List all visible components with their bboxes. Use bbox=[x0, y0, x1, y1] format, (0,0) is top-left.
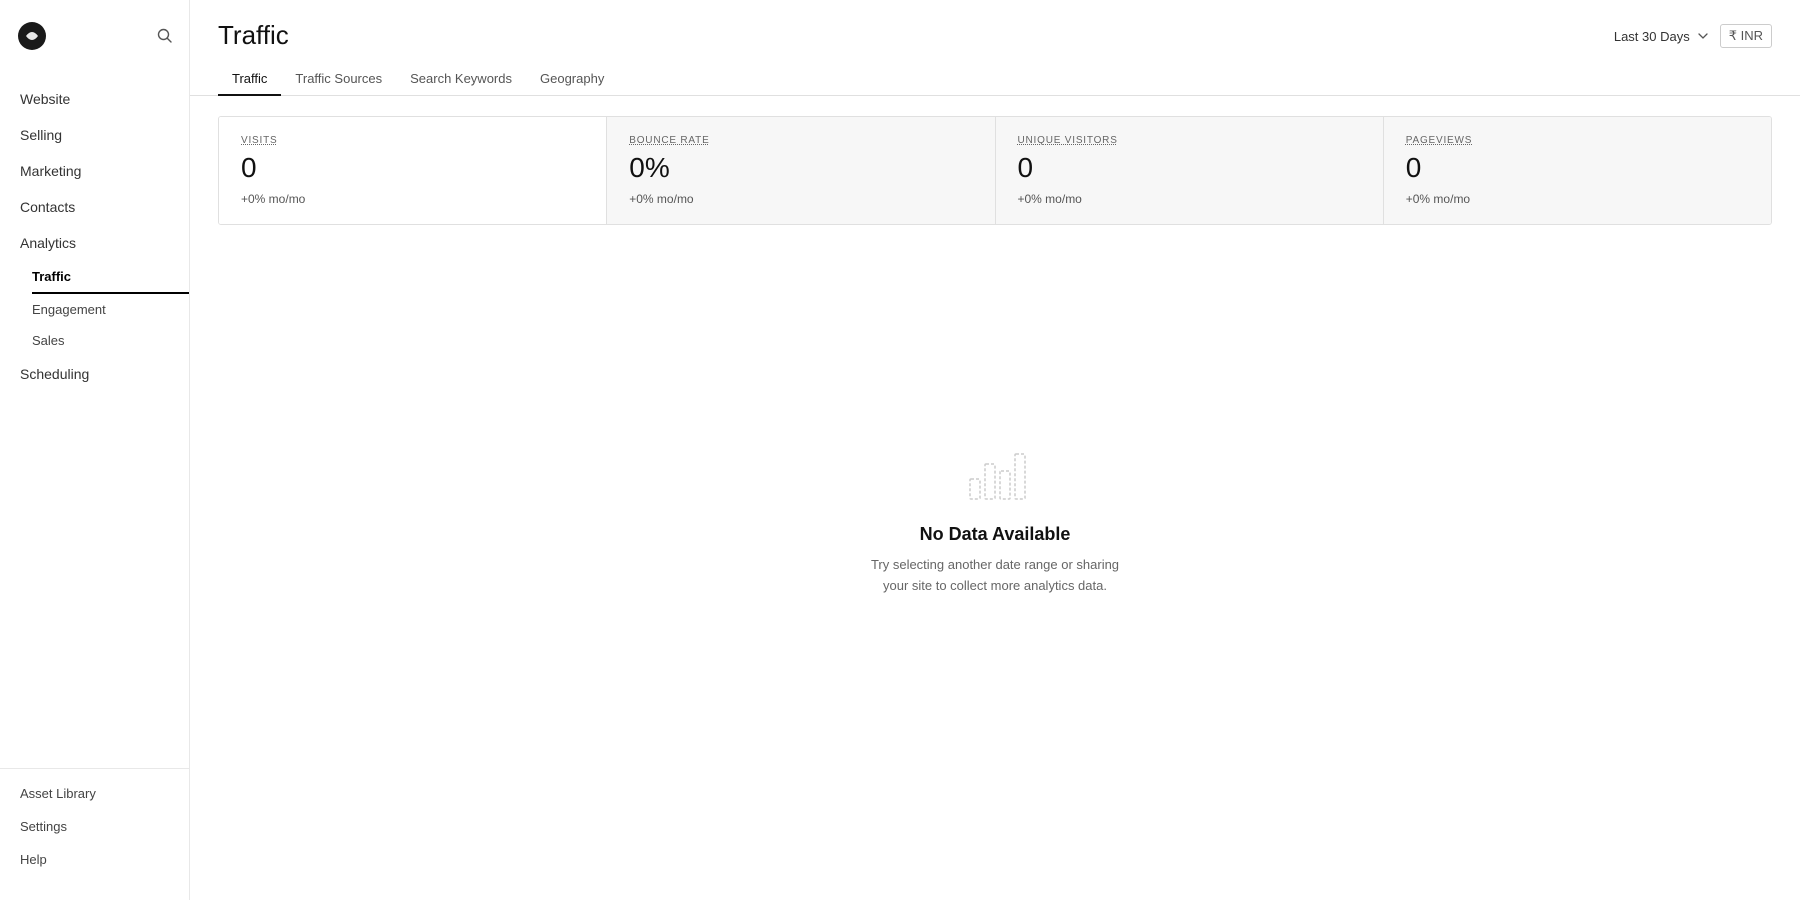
stat-change-pageviews: +0% mo/mo bbox=[1406, 192, 1749, 206]
sidebar-bottom: Asset Library Settings Help bbox=[0, 768, 189, 884]
sidebar-item-marketing[interactable]: Marketing bbox=[0, 153, 189, 189]
sidebar-item-contacts[interactable]: Contacts bbox=[0, 189, 189, 225]
stat-card-unique-visitors: UNIQUE VISITORS 0 +0% mo/mo bbox=[996, 117, 1384, 224]
stat-value-pageviews: 0 bbox=[1406, 152, 1749, 184]
sidebar: Website Selling Marketing Contacts Analy… bbox=[0, 0, 190, 900]
stat-change-unique-visitors: +0% mo/mo bbox=[1018, 192, 1361, 206]
sidebar-sub-item-engagement[interactable]: Engagement bbox=[0, 294, 189, 325]
page-header: Traffic Last 30 Days ₹ INR bbox=[190, 0, 1800, 51]
stat-change-visits: +0% mo/mo bbox=[241, 192, 584, 206]
sidebar-item-analytics[interactable]: Analytics bbox=[0, 225, 189, 261]
stat-value-unique-visitors: 0 bbox=[1018, 152, 1361, 184]
main-content: Traffic Last 30 Days ₹ INR Traffic Traff… bbox=[190, 0, 1800, 900]
stat-value-bounce-rate: 0% bbox=[629, 152, 972, 184]
tab-bar: Traffic Traffic Sources Search Keywords … bbox=[190, 51, 1800, 96]
empty-chart-icon bbox=[960, 449, 1030, 504]
sidebar-item-scheduling[interactable]: Scheduling bbox=[0, 356, 189, 392]
stat-label-unique-visitors: UNIQUE VISITORS bbox=[1018, 135, 1361, 146]
stats-row: VISITS 0 +0% mo/mo BOUNCE RATE 0% +0% mo… bbox=[218, 116, 1772, 225]
sidebar-item-settings[interactable]: Settings bbox=[0, 810, 189, 843]
empty-state: No Data Available Try selecting another … bbox=[190, 225, 1800, 900]
page-title: Traffic bbox=[218, 20, 289, 51]
tab-search-keywords[interactable]: Search Keywords bbox=[396, 63, 526, 96]
stat-label-visits: VISITS bbox=[241, 135, 584, 146]
empty-state-subtitle: Try selecting another date range or shar… bbox=[871, 555, 1119, 597]
tab-traffic-sources[interactable]: Traffic Sources bbox=[281, 63, 396, 96]
stat-card-pageviews: PAGEVIEWS 0 +0% mo/mo bbox=[1384, 117, 1771, 224]
squarespace-logo[interactable] bbox=[16, 20, 48, 57]
tab-geography[interactable]: Geography bbox=[526, 63, 618, 96]
tab-traffic[interactable]: Traffic bbox=[218, 63, 281, 96]
sidebar-logo-area bbox=[0, 16, 189, 73]
stat-card-visits: VISITS 0 +0% mo/mo bbox=[219, 117, 607, 224]
currency-selector[interactable]: ₹ INR bbox=[1720, 24, 1772, 48]
stat-label-pageviews: PAGEVIEWS bbox=[1406, 135, 1749, 146]
sidebar-item-website[interactable]: Website bbox=[0, 81, 189, 117]
stat-value-visits: 0 bbox=[241, 152, 584, 184]
stat-change-bounce-rate: +0% mo/mo bbox=[629, 192, 972, 206]
stat-card-bounce-rate: BOUNCE RATE 0% +0% mo/mo bbox=[607, 117, 995, 224]
stat-label-bounce-rate: BOUNCE RATE bbox=[629, 135, 972, 146]
sidebar-sub-item-traffic[interactable]: Traffic bbox=[32, 261, 189, 294]
sidebar-item-help[interactable]: Help bbox=[0, 843, 189, 876]
sidebar-item-asset-library[interactable]: Asset Library bbox=[0, 777, 189, 810]
sidebar-sub-item-sales[interactable]: Sales bbox=[0, 325, 189, 356]
search-button[interactable] bbox=[157, 28, 173, 49]
empty-state-title: No Data Available bbox=[920, 524, 1071, 545]
header-controls: Last 30 Days ₹ INR bbox=[1614, 24, 1772, 48]
sidebar-nav: Website Selling Marketing Contacts Analy… bbox=[0, 73, 189, 768]
sidebar-item-selling[interactable]: Selling bbox=[0, 117, 189, 153]
date-range-dropdown[interactable]: Last 30 Days bbox=[1614, 29, 1708, 44]
